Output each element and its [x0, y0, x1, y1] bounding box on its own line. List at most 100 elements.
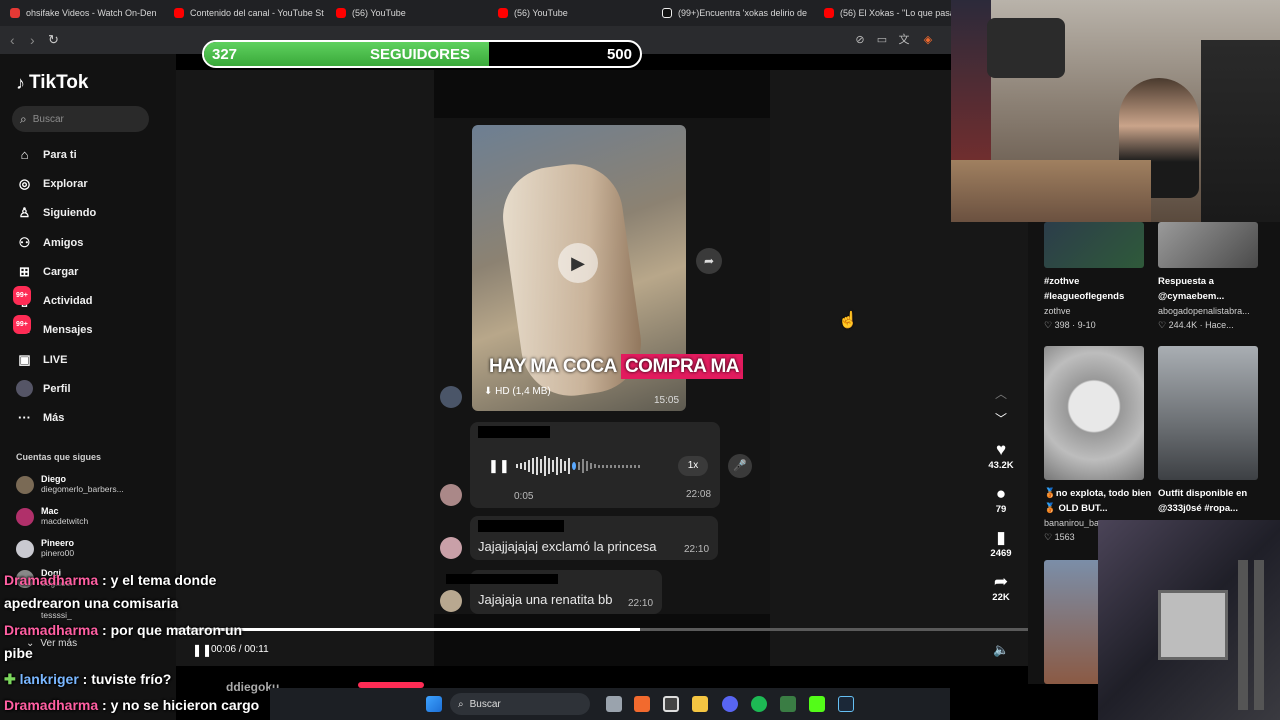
- next-video-button[interactable]: ﹀: [985, 410, 1017, 428]
- video-player[interactable]: ▶ ➦ HAY MA COCA COMPRA MA ⬇ HD (1,4 MB) …: [434, 70, 770, 666]
- desk-image: [951, 160, 1151, 222]
- microphone-icon[interactable]: 🎤: [728, 454, 752, 478]
- followers-label: SEGUIDORES: [370, 46, 471, 63]
- video-progress-bar[interactable]: [176, 628, 1028, 631]
- video-card-thumbnail[interactable]: [1044, 560, 1104, 684]
- nav-siguiendo[interactable]: ♙ Siguiendo: [16, 204, 97, 221]
- video-card-thumbnail[interactable]: [1158, 346, 1258, 480]
- steam-icon[interactable]: [838, 696, 854, 712]
- following-account[interactable]: Pineero pinero00: [16, 538, 74, 558]
- chat-text: : y el tema donde: [98, 572, 217, 588]
- following-account[interactable]: Diego diegomerlo_barbers...: [16, 474, 124, 494]
- motherboard-camera: [1098, 520, 1280, 720]
- browser-tab[interactable]: (56) YouTube: [498, 0, 648, 26]
- following-account[interactable]: tessssi_: [41, 610, 72, 620]
- volume-icon[interactable]: 🔈: [993, 642, 1009, 658]
- tab-label: (56) YouTube: [352, 8, 406, 18]
- windows-start-icon[interactable]: [426, 696, 442, 712]
- following-account[interactable]: Mac macdetwitch: [16, 506, 88, 526]
- forward-share-icon[interactable]: ➦: [696, 248, 722, 274]
- nav-label: LIVE: [43, 353, 68, 366]
- stream-chat-line: Dramadharma : y el tema donde: [4, 572, 216, 588]
- like-button[interactable]: ♥ 43.2K: [985, 440, 1017, 471]
- profile-avatar-icon: [16, 380, 33, 397]
- video-card-title[interactable]: Outfit disponible en @333j0sé #ropa...: [1158, 486, 1268, 516]
- browser-tab[interactable]: (56) El Xokas - "Lo que pasa que: [824, 0, 952, 26]
- browser-tab[interactable]: (99+)Encuentra 'xokas delirio de gra: [662, 0, 808, 26]
- nav-live[interactable]: ▣ LIVE: [16, 351, 67, 368]
- app-icon[interactable]: [780, 696, 796, 712]
- account-username: tessssi_: [41, 610, 72, 620]
- chat-username: Dramadharma: [4, 622, 99, 638]
- cast-icon[interactable]: ▭: [875, 33, 889, 47]
- pause-icon[interactable]: ❚❚: [488, 458, 510, 474]
- video-progress-fill: [176, 628, 641, 631]
- back-icon[interactable]: ‹: [10, 32, 15, 48]
- obs-icon[interactable]: [663, 696, 679, 712]
- video-card-user[interactable]: zothve: [1044, 306, 1154, 316]
- caption-highlight: COMPRA MA: [620, 354, 744, 379]
- video-card-title[interactable]: 🥉no explota, todo bien🥉 OLD BUT...: [1044, 486, 1154, 516]
- brave-browser-icon[interactable]: [634, 696, 650, 712]
- previous-video-button[interactable]: ︿: [985, 385, 1017, 403]
- waveform-bar: [540, 459, 542, 473]
- spotify-icon[interactable]: [751, 696, 767, 712]
- tiktok-logo[interactable]: ♪ TikTok: [16, 72, 88, 94]
- browser-tab[interactable]: ohsifake Videos - Watch On-Den: [10, 0, 160, 26]
- hd-download[interactable]: ⬇ HD (1,4 MB): [484, 386, 551, 397]
- browser-tab[interactable]: Contenido del canal - YouTube Studi: [174, 0, 324, 26]
- video-card-thumbnail[interactable]: [1044, 346, 1144, 480]
- waveform-bar: [638, 464, 640, 468]
- nav-para-ti[interactable]: ⌂ Para ti: [16, 146, 77, 163]
- brave-shield-icon[interactable]: ◈: [921, 33, 935, 47]
- nav-mensajes[interactable]: ✉99+ Mensajes: [13, 315, 93, 338]
- nav-cargar[interactable]: ⊞ Cargar: [16, 263, 78, 280]
- reload-icon[interactable]: ↻: [48, 32, 59, 48]
- nav-mas[interactable]: ··· Más: [16, 409, 64, 426]
- streamer-webcam: [951, 0, 1280, 222]
- avatar: [440, 590, 462, 612]
- search-input[interactable]: ⌕ Buscar: [12, 106, 149, 132]
- tiktok-logo-icon: ♪: [16, 72, 25, 93]
- extension-icon[interactable]: ⊘: [853, 33, 867, 47]
- playback-speed-button[interactable]: 1x: [678, 456, 708, 476]
- tab-label: (56) El Xokas - "Lo que pasa que: [840, 8, 952, 18]
- nav-amigos[interactable]: ⚇ Amigos: [16, 234, 84, 251]
- browser-tab[interactable]: (56) YouTube: [336, 0, 486, 26]
- chat-text: : tuviste frío?: [78, 671, 172, 687]
- video-card-thumbnail[interactable]: [1044, 222, 1144, 268]
- video-card-title[interactable]: #zothve #leagueoflegends: [1044, 274, 1154, 304]
- comment-button[interactable]: ● 79: [985, 484, 1017, 515]
- waveform-bar: [610, 464, 612, 468]
- save-button[interactable]: ▮ 2469: [985, 528, 1017, 559]
- video-card-thumbnail[interactable]: [1158, 222, 1258, 268]
- following-section-title: Cuentas que sigues: [16, 452, 102, 462]
- play-icon[interactable]: ▶: [558, 243, 598, 283]
- account-name: Pineero: [41, 538, 75, 548]
- file-explorer-icon[interactable]: [692, 696, 708, 712]
- video-card-user[interactable]: abogadopenalistabra...: [1158, 306, 1268, 316]
- nav-actividad[interactable]: ▯99+ Actividad: [13, 286, 93, 309]
- task-view-icon[interactable]: [606, 696, 622, 712]
- nav-explorar[interactable]: ◎ Explorar: [16, 175, 88, 192]
- share-button[interactable]: ➦ 22K: [985, 572, 1017, 603]
- pause-icon[interactable]: ❚❚: [192, 643, 212, 657]
- taskbar-search[interactable]: ⌕ Buscar: [450, 693, 590, 715]
- video-card-title[interactable]: Respuesta a @cymaebem...: [1158, 274, 1268, 304]
- translate-icon[interactable]: 文: [897, 33, 911, 47]
- messages-icon: ✉99+: [13, 315, 33, 338]
- redacted-name: [478, 520, 564, 532]
- discord-icon[interactable]: [722, 696, 738, 712]
- forward-icon[interactable]: ›: [30, 32, 35, 48]
- kick-icon[interactable]: [809, 696, 825, 712]
- chat-message-text: Jajajaja una renatita bb: [478, 592, 613, 607]
- following-icon: ♙: [18, 205, 31, 220]
- nav-perfil[interactable]: Perfil: [16, 380, 71, 397]
- compass-icon: ◎: [18, 176, 31, 191]
- site-favicon-icon: [10, 8, 20, 18]
- avatar: [16, 508, 34, 526]
- hd-label: HD (1,4 MB): [495, 386, 551, 397]
- see-more-link[interactable]: ⌄ Ver más: [26, 638, 77, 649]
- chat-timestamp: 22:10: [628, 598, 654, 609]
- audio-waveform[interactable]: [516, 455, 661, 477]
